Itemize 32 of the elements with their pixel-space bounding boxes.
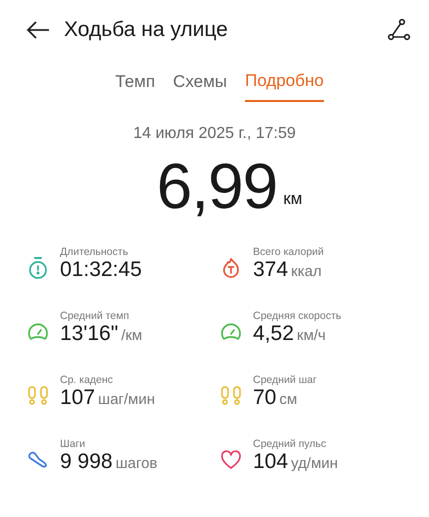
stat-value: 70: [253, 386, 276, 410]
screen-title: Ходьба на улице: [64, 17, 228, 44]
stat-unit: уд/мин: [291, 454, 338, 474]
stat-value: 13'16": [60, 322, 118, 346]
stat-value: 104: [253, 450, 288, 475]
stat-label: Средний шаг: [253, 374, 317, 386]
stat-value: 01:32:45: [60, 258, 142, 282]
stat-label: Всего калорий: [253, 246, 324, 258]
stat-unit: шаг/мин: [98, 390, 156, 410]
distance-unit: км: [283, 188, 302, 210]
stat-label: Средняя скорость: [253, 310, 342, 322]
stat-unit: см: [279, 390, 298, 410]
distance-value: 6,99: [156, 154, 278, 218]
stat-value: 107: [60, 386, 96, 410]
stat-label: Ср. каденс: [60, 374, 114, 386]
stat-unit: шагов: [116, 454, 158, 474]
stat-value: 374: [253, 258, 288, 282]
workout-date: 14 июля 2025 г., 17:59: [132, 124, 297, 144]
stat-value: 9 998: [60, 450, 113, 475]
stat-label: Шаги: [60, 438, 86, 450]
tab[interactable]: Подробно: [245, 64, 324, 102]
back-icon[interactable]: [26, 21, 50, 39]
stat-value: 4,52: [253, 322, 294, 346]
tab[interactable]: Схемы: [173, 64, 227, 102]
stat-unit: ккал: [291, 262, 322, 282]
stat-unit: /км: [121, 326, 142, 346]
stat-label: Средний темп: [60, 310, 130, 322]
tab[interactable]: Темп: [115, 64, 156, 102]
stat-label: Средний пульс: [253, 438, 328, 450]
stat-label: Длительность: [60, 246, 130, 258]
route-icon[interactable]: [387, 18, 411, 42]
stat-unit: км/ч: [296, 326, 326, 346]
